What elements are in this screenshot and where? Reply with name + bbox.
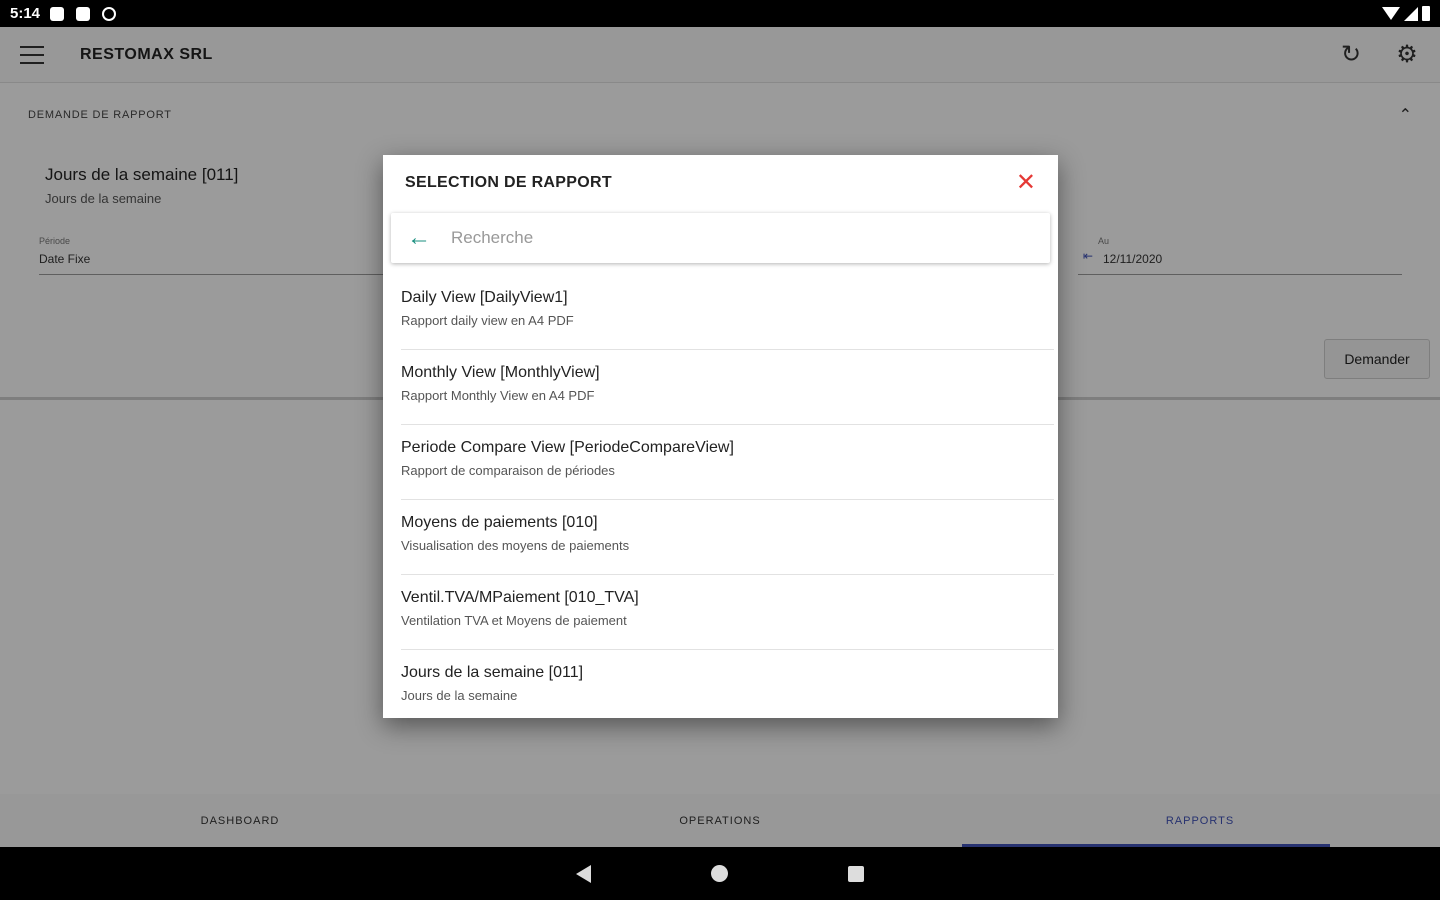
dialog-title: SELECTION DE RAPPORT: [405, 174, 612, 191]
report-description: Jours de la semaine: [401, 688, 518, 703]
report-selection-dialog: SELECTION DE RAPPORT ✕ ← Daily View [Dai…: [383, 155, 1058, 718]
notification-icon: [50, 6, 65, 21]
list-item[interactable]: Daily View [DailyView1] Rapport daily vi…: [401, 275, 1054, 350]
list-item[interactable]: Moyens de paiements [010] Visualisation …: [401, 500, 1054, 575]
list-item[interactable]: Jours de la semaine [011] Jours de la se…: [401, 650, 1054, 718]
report-name: Jours de la semaine [011]: [401, 664, 584, 681]
report-description: Visualisation des moyens de paiements: [401, 538, 630, 553]
report-description: Rapport daily view en A4 PDF: [401, 313, 574, 328]
report-name: Moyens de paiements [010]: [401, 514, 598, 531]
report-description: Rapport Monthly View en A4 PDF: [401, 388, 595, 403]
dialog-header: SELECTION DE RAPPORT ✕: [383, 155, 1058, 211]
report-name: Ventil.TVA/MPaiement [010_TVA]: [401, 589, 639, 606]
status-indicators: [1382, 6, 1430, 21]
sync-disabled-icon: [102, 6, 117, 21]
signal-icon: [1404, 6, 1418, 21]
list-item[interactable]: Periode Compare View [PeriodeCompareView…: [401, 425, 1054, 500]
search-box: ←: [391, 213, 1050, 263]
system-nav-bar: [0, 847, 1440, 900]
home-icon[interactable]: [711, 865, 728, 882]
report-name: Daily View [DailyView1]: [401, 289, 568, 306]
report-description: Rapport de comparaison de périodes: [401, 463, 615, 478]
recent-apps-icon[interactable]: [848, 865, 864, 882]
back-arrow-icon[interactable]: ←: [407, 226, 431, 250]
report-name: Monthly View [MonthlyView]: [401, 364, 600, 381]
report-name: Periode Compare View [PeriodeCompareView…: [401, 439, 734, 456]
list-item[interactable]: Ventil.TVA/MPaiement [010_TVA] Ventilati…: [401, 575, 1054, 650]
status-bar: 5:14: [0, 0, 1440, 27]
list-item[interactable]: Monthly View [MonthlyView] Rapport Month…: [401, 350, 1054, 425]
status-time: 5:14: [10, 5, 41, 22]
search-input[interactable]: [451, 228, 1011, 248]
report-list: Daily View [DailyView1] Rapport daily vi…: [383, 275, 1058, 718]
battery-icon: [1422, 6, 1430, 21]
back-icon[interactable]: [576, 864, 591, 883]
sd-card-icon: [76, 6, 91, 21]
report-description: Ventilation TVA et Moyens de paiement: [401, 613, 627, 628]
close-icon[interactable]: ✕: [1016, 171, 1036, 195]
wifi-icon: [1382, 7, 1400, 20]
